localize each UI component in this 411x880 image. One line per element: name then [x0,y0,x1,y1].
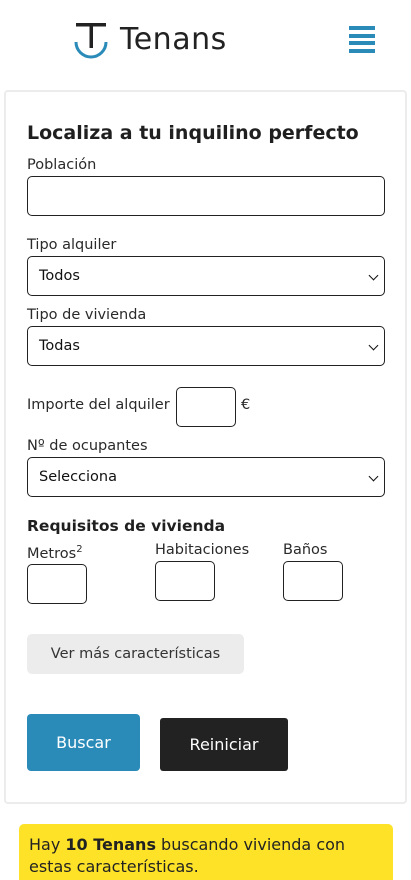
chevron-down-icon [368,340,379,351]
tipo-alquiler-select[interactable]: Todos [27,256,385,296]
tenans-count-notice: Hay 10 Tenans buscando vivienda con esta… [19,824,393,880]
more-features-button[interactable]: Ver más características [27,634,244,674]
banos-label: Baños [283,542,328,558]
poblacion-label: Población [27,157,97,173]
logo[interactable]: Tenans [74,18,227,60]
search-button[interactable]: Buscar [27,714,140,771]
ocupantes-select[interactable]: Selecciona [27,457,385,497]
metros-input[interactable] [27,564,87,604]
habitaciones-label: Habitaciones [155,542,250,558]
currency-symbol: € [241,397,251,413]
site-header: Tenans [0,0,411,84]
brand-name: Tenans [120,21,227,57]
ocupantes-value: Selecciona [39,469,117,485]
tipo-vivienda-label: Tipo de vivienda [27,307,147,323]
tenans-logo-icon [74,18,108,60]
reset-button[interactable]: Reiniciar [160,718,288,771]
banos-input[interactable] [283,561,343,601]
importe-label: Importe del alquiler [27,397,170,413]
hamburger-menu-icon[interactable] [349,26,375,53]
tipo-vivienda-value: Todas [39,338,80,354]
tipo-vivienda-select[interactable]: Todas [27,326,385,366]
habitaciones-input[interactable] [155,561,215,601]
form-title: Localiza a tu inquilino perfecto [27,122,359,144]
requisitos-title: Requisitos de vivienda [27,517,226,535]
ocupantes-label: Nº de ocupantes [27,438,148,454]
notice-prefix: Hay [29,835,66,854]
importe-input[interactable] [176,387,236,427]
poblacion-input[interactable] [27,176,385,216]
chevron-down-icon [368,471,379,482]
tipo-alquiler-value: Todos [39,268,80,284]
notice-count: 10 Tenans [65,835,156,854]
chevron-down-icon [368,270,379,281]
metros-label: Metros2 [27,544,83,562]
tipo-alquiler-label: Tipo alquiler [27,237,117,253]
